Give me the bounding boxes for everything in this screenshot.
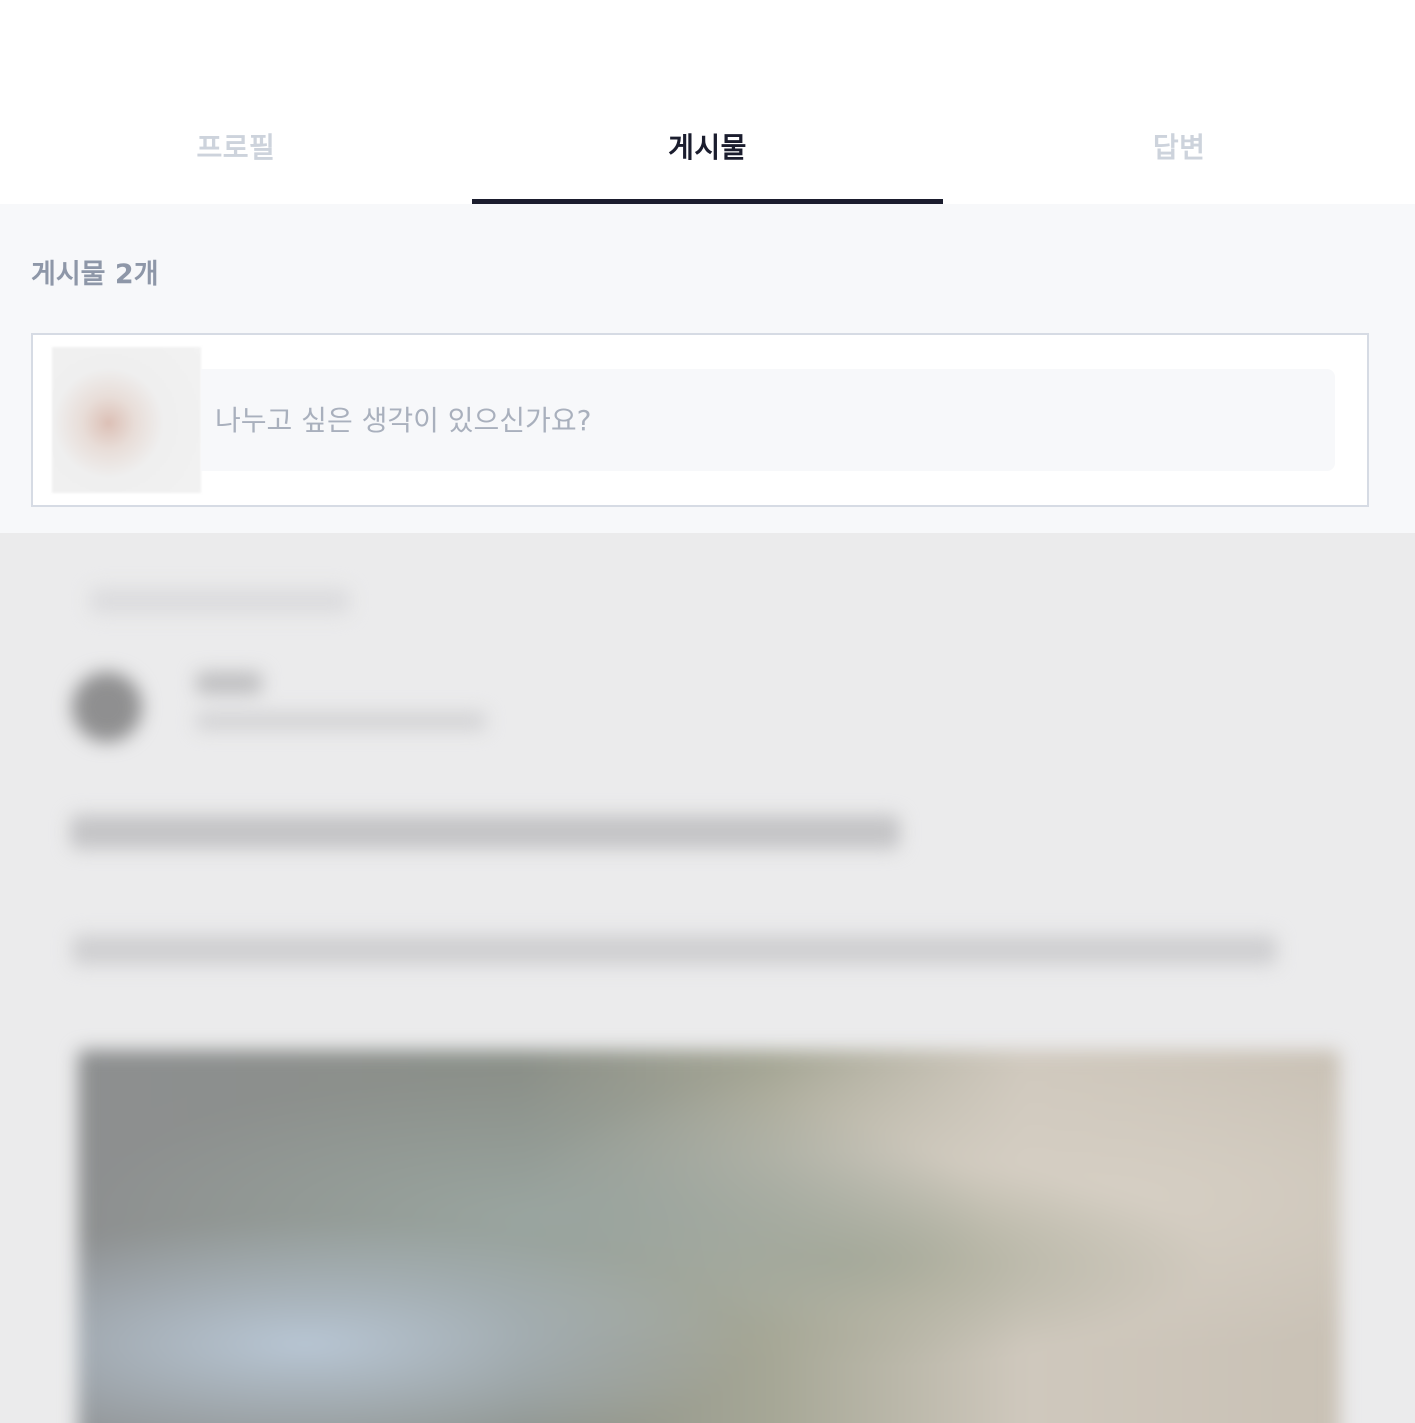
post-image: [78, 1050, 1340, 1423]
posts-section: 게시물 2개: [0, 204, 1415, 533]
posts-count: 게시물 2개: [31, 259, 159, 290]
page: 프로필 게시물 답변 게시물 2개: [0, 0, 1415, 1423]
tab-bar: 프로필 게시물 답변: [0, 0, 1415, 204]
tab-profile[interactable]: 프로필: [0, 0, 472, 204]
post-composer[interactable]: [31, 333, 1369, 507]
post-meta-placeholder: [90, 588, 350, 614]
post-title-placeholder: [70, 815, 900, 849]
tab-answers[interactable]: 답변: [943, 0, 1415, 204]
user-avatar: [52, 347, 201, 493]
tab-posts-label: 게시물: [668, 131, 747, 164]
composer-input[interactable]: [201, 369, 1335, 471]
post-author-sub-placeholder: [196, 712, 486, 730]
tab-profile-label: 프로필: [196, 131, 276, 164]
post-author-name-placeholder: [196, 672, 262, 694]
post-body-placeholder: [72, 935, 1277, 965]
tab-answers-label: 답변: [1152, 131, 1206, 164]
post-author-avatar: [72, 672, 142, 742]
tab-posts[interactable]: 게시물: [471, 0, 944, 204]
